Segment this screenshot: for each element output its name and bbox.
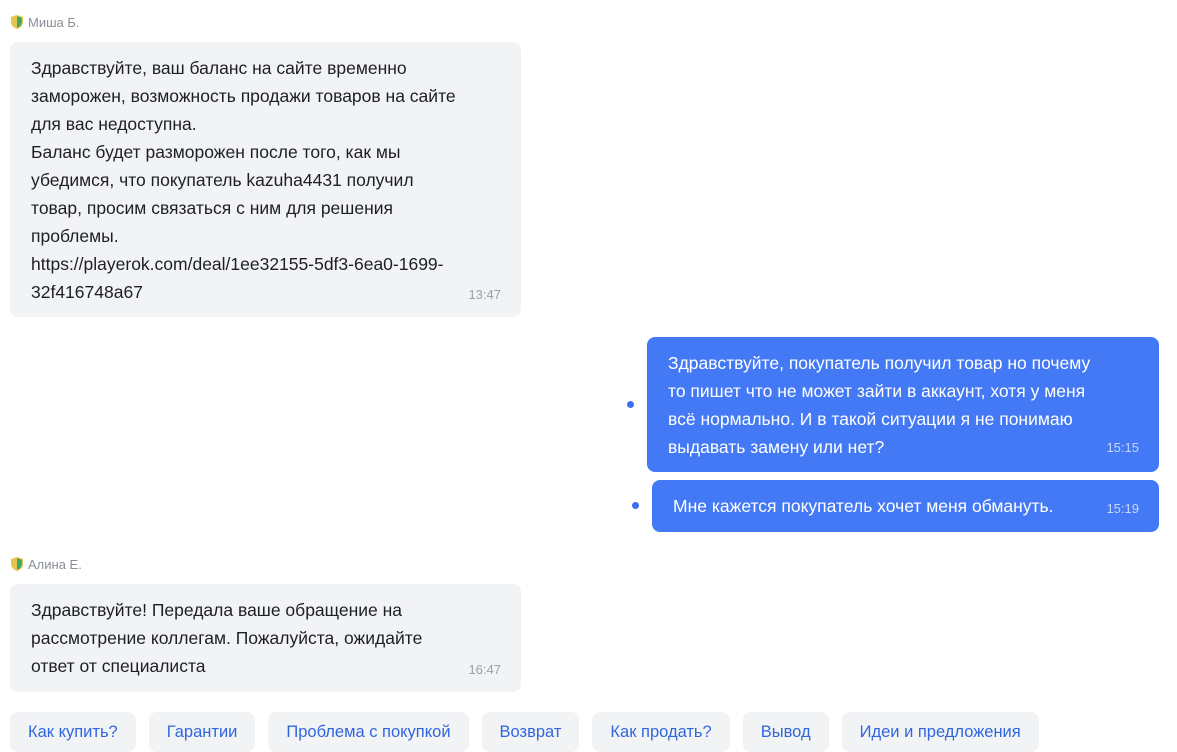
quick-reply-ideas[interactable]: Идеи и предложения xyxy=(841,712,1039,752)
incoming-message: Здравствуйте! Передала ваше обращение на… xyxy=(10,584,521,692)
quick-reply-withdrawal[interactable]: Вывод xyxy=(742,712,829,752)
quick-reply-how-to-buy[interactable]: Как купить? xyxy=(10,712,136,752)
message-text: Здравствуйте, ваш баланс на сайте времен… xyxy=(31,58,456,302)
outgoing-message: Мне кажется покупатель хочет меня обману… xyxy=(652,480,1159,532)
sender-name: Миша Б. xyxy=(28,14,80,30)
incoming-message: Здравствуйте, ваш баланс на сайте времен… xyxy=(10,42,521,317)
message-time: 16:47 xyxy=(468,662,501,677)
message-text: Мне кажется покупатель хочет меня обману… xyxy=(673,496,1054,516)
message-time: 13:47 xyxy=(468,287,501,302)
sender-name: Алина Е. xyxy=(28,556,82,572)
message-text: Здравствуйте, покупатель получил товар н… xyxy=(668,353,1091,457)
quick-reply-how-to-sell[interactable]: Как продать? xyxy=(592,712,730,752)
sender-header: Алина Е. xyxy=(11,556,82,572)
support-shield-icon xyxy=(11,557,23,571)
message-time: 15:15 xyxy=(1106,440,1139,455)
sender-header: Миша Б. xyxy=(11,14,80,30)
unread-indicator xyxy=(627,401,634,408)
outgoing-message: Здравствуйте, покупатель получил товар н… xyxy=(647,337,1159,472)
message-time: 15:19 xyxy=(1106,501,1139,516)
unread-indicator xyxy=(632,502,639,509)
quick-replies: Как купить? Гарантии Проблема с покупкой… xyxy=(10,712,1039,752)
quick-reply-guarantees[interactable]: Гарантии xyxy=(148,712,256,752)
support-shield-icon xyxy=(11,15,23,29)
quick-reply-purchase-problem[interactable]: Проблема с покупкой xyxy=(268,712,469,752)
quick-reply-refund[interactable]: Возврат xyxy=(481,712,580,752)
message-text: Здравствуйте! Передала ваше обращение на… xyxy=(31,600,423,676)
